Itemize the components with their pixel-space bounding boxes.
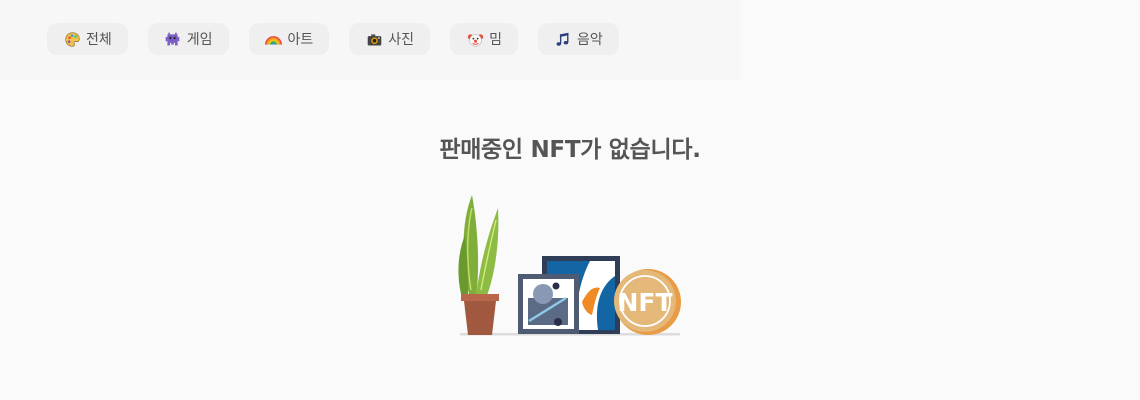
category-label: 음악 <box>576 32 603 48</box>
alien-monster-icon <box>164 30 182 48</box>
category-label: 사진 <box>388 32 415 48</box>
category-chip-music[interactable]: 음악 <box>537 23 619 55</box>
camera-icon <box>365 30 383 48</box>
potted-plant-illustration <box>458 195 499 335</box>
category-chip-all[interactable]: 전체 <box>47 23 128 55</box>
rainbow-icon <box>265 30 283 48</box>
category-chip-photo[interactable]: 사진 <box>349 23 431 55</box>
category-list: 전체 게임 아트 사진 밈 음악 <box>47 23 619 55</box>
category-label: 아트 <box>287 32 314 48</box>
category-label: 전체 <box>86 32 112 48</box>
category-filter-bar: 전체 게임 아트 사진 밈 음악 <box>0 0 740 80</box>
music-notes-icon <box>554 30 572 48</box>
category-chip-game[interactable]: 게임 <box>147 23 229 55</box>
category-chip-meme[interactable]: 밈 <box>450 23 518 55</box>
nft-coin-illustration: NFT <box>614 269 681 335</box>
grey-framed-artwork <box>518 274 579 334</box>
category-label: 게임 <box>186 32 213 48</box>
empty-state-message: 판매중인 NFT가 없습니다. <box>439 137 701 163</box>
category-chip-art[interactable]: 아트 <box>248 23 330 55</box>
empty-nft-illustration: NFT <box>450 190 690 340</box>
clown-face-icon <box>466 30 484 48</box>
palette-icon <box>63 30 81 48</box>
category-label: 밈 <box>489 32 502 48</box>
nft-coin-label: NFT <box>617 288 672 317</box>
